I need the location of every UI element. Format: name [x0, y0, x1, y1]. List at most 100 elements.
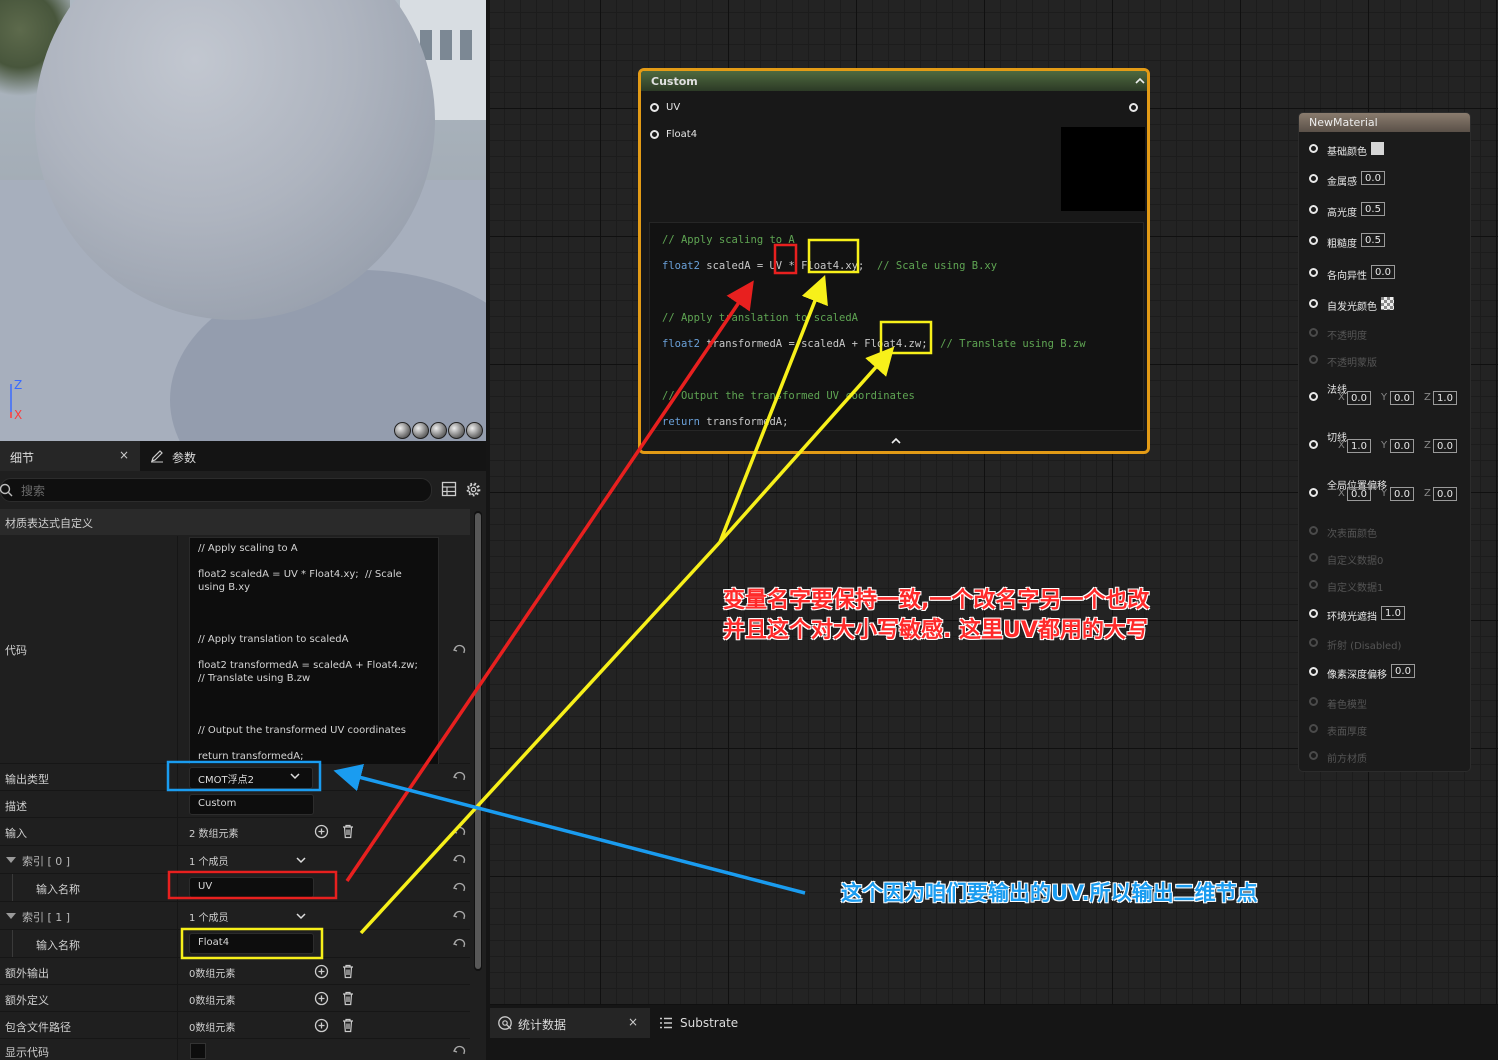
- search-input[interactable]: [19, 481, 423, 500]
- value-box[interactable]: 0.0: [1391, 664, 1415, 678]
- trash-icon[interactable]: [341, 991, 355, 1006]
- output-pin[interactable]: [1129, 103, 1138, 112]
- input-pin-float4[interactable]: [650, 130, 659, 139]
- value-box[interactable]: 0.5: [1361, 233, 1385, 247]
- value-box[interactable]: 1.0: [1347, 439, 1371, 453]
- input-pin[interactable]: [1309, 268, 1318, 277]
- input-pin[interactable]: [1309, 299, 1318, 308]
- value-box[interactable]: 1.0: [1433, 391, 1457, 405]
- chevron-down-icon[interactable]: [296, 857, 306, 864]
- plane-preview-icon[interactable]: [430, 422, 447, 439]
- details-scrollbar[interactable]: [474, 511, 482, 971]
- trash-icon[interactable]: [341, 964, 355, 979]
- reset-icon[interactable]: [452, 643, 466, 657]
- value-box[interactable]: 0.5: [1361, 202, 1385, 216]
- checker-swatch[interactable]: [1381, 297, 1394, 310]
- input-pin[interactable]: [1309, 144, 1318, 153]
- value-box[interactable]: 0.0: [1361, 171, 1385, 185]
- index-0-label: 索引 [ 0 ]: [22, 855, 71, 868]
- input-pin[interactable]: [1309, 609, 1318, 618]
- reset-icon[interactable]: [452, 881, 466, 895]
- color-swatch[interactable]: [1371, 142, 1384, 155]
- description-field[interactable]: Custom: [189, 794, 314, 815]
- value-box[interactable]: 0.0: [1433, 487, 1457, 501]
- custom-mesh-preview-icon[interactable]: [466, 422, 483, 439]
- input-pin[interactable]: [1309, 355, 1318, 364]
- material-node-title: NewMaterial: [1309, 116, 1378, 129]
- scrollbar-thumb[interactable]: [475, 513, 481, 969]
- input-pin[interactable]: [1309, 553, 1318, 562]
- add-element-icon[interactable]: [314, 964, 329, 979]
- input-name-field-1[interactable]: Float4: [189, 933, 314, 954]
- preview-shape-toolbar: [394, 422, 483, 439]
- table-view-icon[interactable]: [441, 481, 457, 497]
- chevron-down-icon[interactable]: [296, 913, 306, 920]
- cylinder-preview-icon[interactable]: [394, 422, 411, 439]
- input-pin[interactable]: [1309, 697, 1318, 706]
- value-box[interactable]: 1.0: [1381, 606, 1405, 620]
- output-type-dropdown[interactable]: CMOT浮点2: [189, 767, 313, 789]
- input-pin[interactable]: [1309, 580, 1318, 589]
- custom-node-header[interactable]: Custom: [641, 71, 1147, 91]
- expand-arrow-icon[interactable]: [6, 857, 16, 863]
- custom-expression-node[interactable]: Custom UV Float4 // Apply scaling to A fl…: [638, 68, 1150, 454]
- input-pin[interactable]: [1309, 667, 1318, 676]
- trash-icon[interactable]: [341, 824, 355, 839]
- close-icon[interactable]: ×: [628, 1015, 638, 1029]
- reset-icon[interactable]: [452, 853, 466, 867]
- show-code-checkbox[interactable]: [190, 1043, 206, 1059]
- input-pin[interactable]: [1309, 526, 1318, 535]
- input-pin[interactable]: [1309, 392, 1318, 401]
- input-pin[interactable]: [1309, 751, 1318, 760]
- expand-arrow-icon[interactable]: [6, 913, 16, 919]
- tab-stats[interactable]: 统计数据 ×: [490, 1008, 650, 1038]
- chevron-up-icon[interactable]: [1135, 77, 1145, 84]
- add-element-icon[interactable]: [314, 1018, 329, 1033]
- sphere-preview-icon[interactable]: [412, 422, 429, 439]
- axis-label: Y: [1381, 392, 1388, 403]
- reset-icon[interactable]: [452, 937, 466, 951]
- property-row-index-0[interactable]: 索引 [ 0 ] 1 个成员: [0, 846, 470, 874]
- input-pin[interactable]: [1309, 174, 1318, 183]
- material-result-node[interactable]: NewMaterial 基础颜色 金属感 0.0 高光度 0.5 粗糙度 0.5 各向异性 0.…: [1298, 112, 1471, 772]
- input-pin[interactable]: [1309, 724, 1318, 733]
- value-box[interactable]: 0.0: [1390, 391, 1414, 405]
- value-box[interactable]: 0.0: [1433, 439, 1457, 453]
- value-box[interactable]: 0.0: [1371, 265, 1395, 279]
- tab-details[interactable]: 细节 ×: [0, 441, 140, 471]
- value-box[interactable]: 0.0: [1390, 487, 1414, 501]
- value-box[interactable]: 0.0: [1347, 391, 1371, 405]
- gear-icon[interactable]: [465, 481, 482, 498]
- reset-icon[interactable]: [452, 825, 466, 839]
- chevron-up-icon[interactable]: [891, 437, 901, 444]
- search-icon: [0, 483, 13, 497]
- reset-icon[interactable]: [452, 770, 466, 784]
- cube-preview-icon[interactable]: [448, 422, 465, 439]
- reset-icon[interactable]: [452, 909, 466, 923]
- input-pin[interactable]: [1309, 328, 1318, 337]
- close-icon[interactable]: ×: [119, 448, 129, 462]
- input-name-field-0[interactable]: UV: [189, 877, 314, 898]
- input-pin[interactable]: [1309, 440, 1318, 449]
- details-panel: 细节 × 参数 材质表达式自定义 代码: [0, 441, 486, 1060]
- value-box[interactable]: 0.0: [1347, 487, 1371, 501]
- value-box[interactable]: 0.0: [1390, 439, 1414, 453]
- input-pin[interactable]: [1309, 638, 1318, 647]
- axis-label: X: [1338, 440, 1345, 451]
- reset-icon[interactable]: [452, 1044, 466, 1058]
- section-header-custom-expression[interactable]: 材质表达式自定义: [0, 509, 470, 535]
- add-element-icon[interactable]: [314, 824, 329, 839]
- input-pin[interactable]: [1309, 205, 1318, 214]
- code-textarea[interactable]: // Apply scaling to A float2 scaledA = U…: [189, 537, 439, 767]
- trash-icon[interactable]: [341, 1018, 355, 1033]
- input-name-value-1: Float4: [198, 937, 230, 948]
- input-pin[interactable]: [1309, 488, 1318, 497]
- add-element-icon[interactable]: [314, 991, 329, 1006]
- material-preview-viewport[interactable]: Z X: [0, 0, 486, 441]
- axis-label: X: [1338, 488, 1345, 499]
- material-node-header[interactable]: NewMaterial: [1299, 113, 1470, 132]
- input-pin[interactable]: [1309, 236, 1318, 245]
- property-row-index-1[interactable]: 索引 [ 1 ] 1 个成员: [0, 902, 470, 930]
- input-pin-uv[interactable]: [650, 103, 659, 112]
